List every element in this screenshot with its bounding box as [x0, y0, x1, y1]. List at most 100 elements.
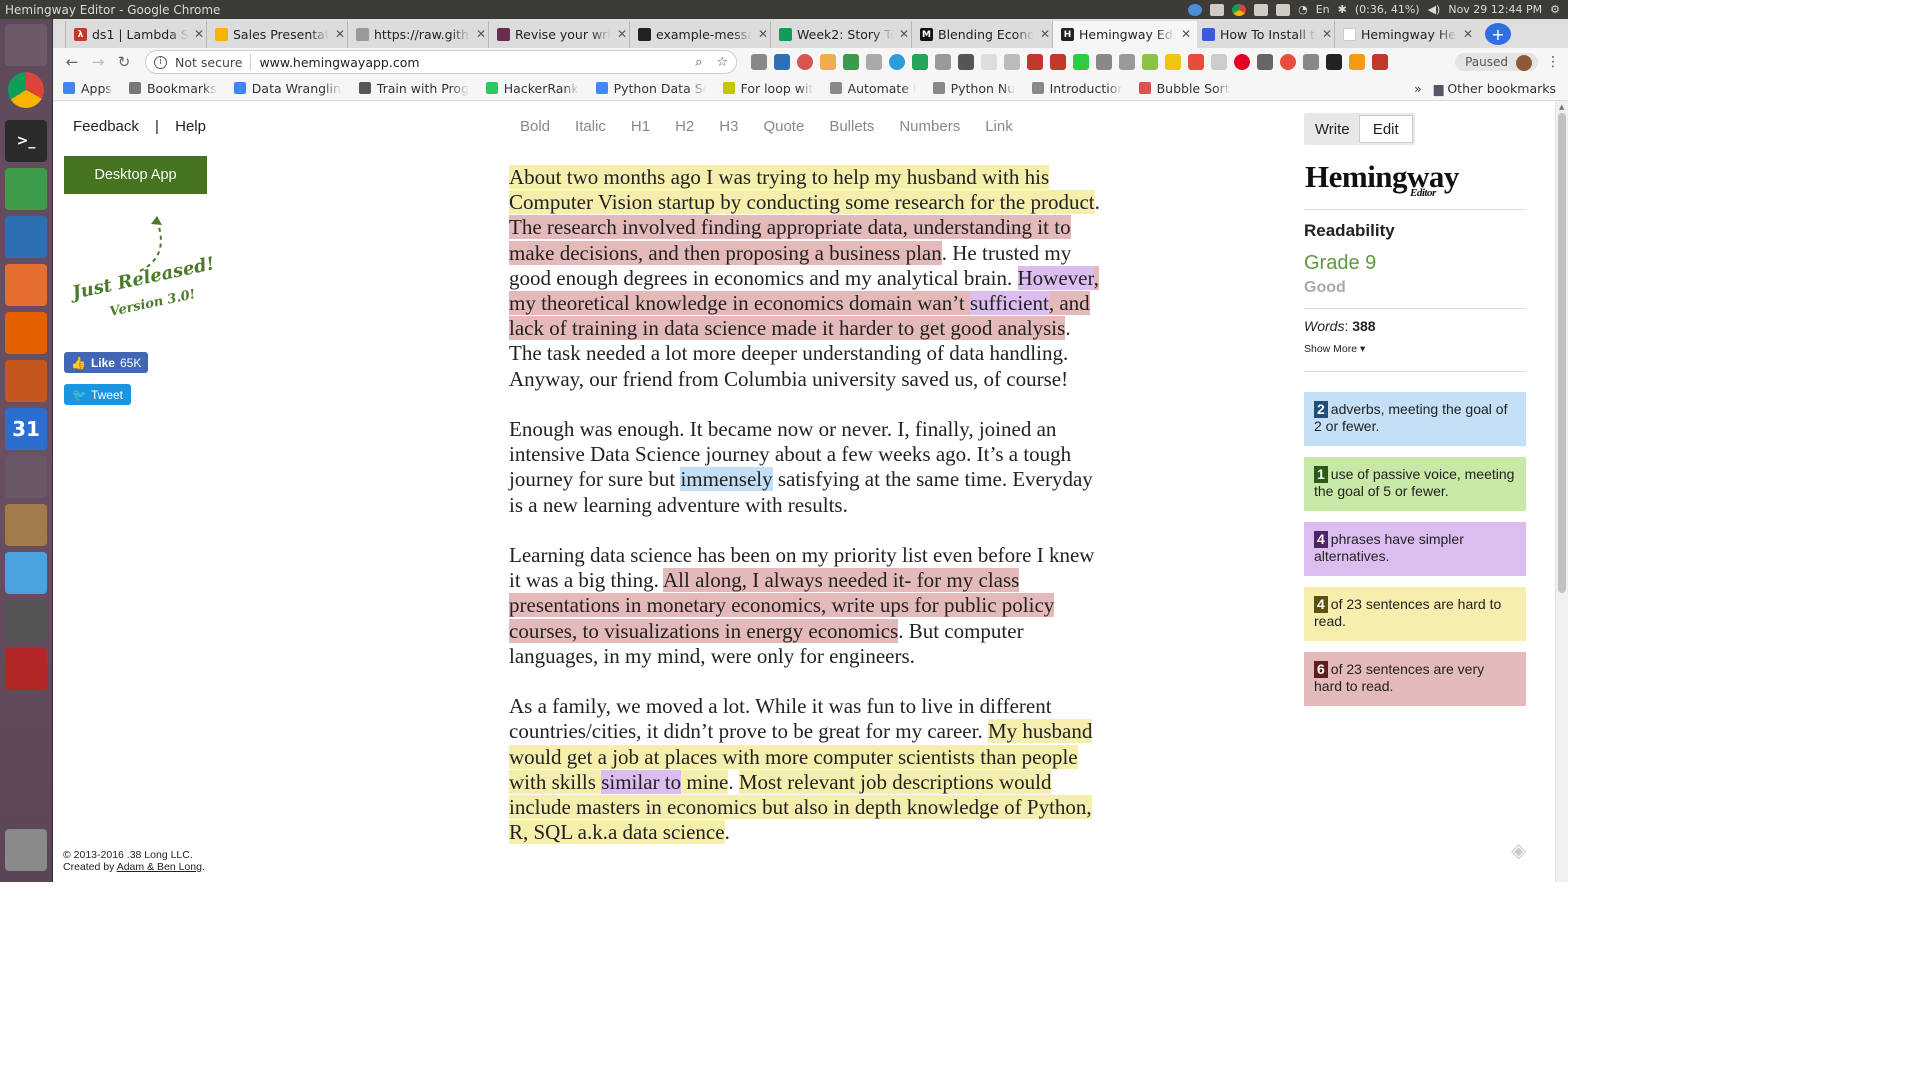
extension-icon[interactable] — [981, 54, 997, 70]
screenshot-icon[interactable] — [5, 648, 47, 690]
site-info-icon[interactable]: i — [154, 55, 167, 69]
extension-icon[interactable] — [1349, 54, 1365, 70]
browser-tab[interactable]: How To Install th ✕ — [1193, 21, 1338, 48]
back-button[interactable]: ← — [59, 53, 85, 71]
spreadsheet-icon[interactable] — [5, 168, 47, 210]
bookmark-item[interactable]: Bubble Sort — [1138, 81, 1230, 96]
bookmark-item[interactable]: Automate the B — [829, 81, 916, 96]
browser-menu-icon[interactable]: ⋮ — [1546, 54, 1560, 70]
extension-icon[interactable] — [1257, 54, 1273, 70]
format-bold-button[interactable]: Bold — [520, 118, 550, 135]
tab-close-icon[interactable]: ✕ — [335, 27, 345, 41]
format-bullets-button[interactable]: Bullets — [829, 118, 874, 135]
extension-icon[interactable] — [935, 54, 951, 70]
editor-paragraph[interactable]: About two months ago I was trying to hel… — [509, 165, 1101, 392]
browser-tab[interactable]: M Blending Econo ✕ — [911, 21, 1056, 48]
bookmark-item[interactable]: Train with Progr — [358, 81, 469, 96]
editor-text-area[interactable]: About two months ago I was trying to hel… — [509, 165, 1101, 871]
format-h3-button[interactable]: H3 — [719, 118, 738, 135]
extension-icon[interactable] — [1119, 54, 1135, 70]
zoom-search-icon[interactable]: ⌕ — [695, 55, 702, 70]
format-numbers-button[interactable]: Numbers — [899, 118, 960, 135]
bookmark-star-icon[interactable]: ☆ — [716, 55, 728, 70]
clock[interactable]: Nov 29 12:44 PM — [1448, 3, 1542, 16]
browser-tab[interactable]: https://raw.gith ✕ — [347, 21, 492, 48]
page-scrollbar[interactable]: ▲ — [1555, 101, 1568, 882]
extension-icon[interactable] — [1027, 54, 1043, 70]
feedback-link[interactable]: Feedback — [73, 118, 139, 135]
extension-icon[interactable] — [958, 54, 974, 70]
extension-icon[interactable] — [1142, 54, 1158, 70]
more-bookmarks-chevron[interactable]: » — [1414, 81, 1422, 96]
reload-button[interactable]: ↻ — [111, 53, 137, 71]
tab-close-icon[interactable]: ✕ — [617, 27, 627, 41]
editor-paragraph[interactable]: Enough was enough. It became now or neve… — [509, 417, 1101, 518]
bookmark-item[interactable]: Python Numpy T — [932, 81, 1015, 96]
other-bookmarks-folder[interactable]: ▆ Other bookmarks — [1434, 81, 1556, 96]
format-italic-button[interactable]: Italic — [575, 118, 606, 135]
extension-icon[interactable] — [1004, 54, 1020, 70]
format-h1-button[interactable]: H1 — [631, 118, 650, 135]
bookmark-item[interactable]: Python Data Scie — [595, 81, 706, 96]
tab-close-icon[interactable]: ✕ — [1322, 27, 1332, 41]
extension-icon[interactable] — [1372, 54, 1388, 70]
zoom-icon[interactable] — [1188, 3, 1203, 16]
writer-icon[interactable] — [5, 216, 47, 258]
bookmark-item[interactable]: HackerRank — [485, 81, 579, 96]
tweet-button[interactable]: 🐦 Tweet — [64, 384, 131, 405]
extension-icon[interactable] — [1280, 54, 1296, 70]
power-icon[interactable]: ⚙ — [1550, 3, 1560, 16]
extension-icon[interactable] — [1050, 54, 1066, 70]
calendar-icon[interactable]: 31 — [5, 408, 47, 450]
bookmark-item[interactable]: Bookmarks — [128, 81, 217, 96]
format-quote-button[interactable]: Quote — [763, 118, 804, 135]
chrome-tray-icon[interactable] — [1232, 3, 1247, 16]
browser-tab[interactable]: Revise your writ ✕ — [488, 21, 633, 48]
forward-button[interactable]: → — [85, 53, 111, 71]
extension-icon[interactable] — [797, 54, 813, 70]
format-link-button[interactable]: Link — [985, 118, 1013, 135]
extension-icon[interactable] — [1326, 54, 1342, 70]
tab-close-icon[interactable]: ✕ — [1040, 27, 1050, 41]
extension-icon[interactable] — [866, 54, 882, 70]
tab-close-icon[interactable]: ✕ — [476, 27, 486, 41]
browser-tab[interactable]: H Hemingway Edit ✕ — [1052, 21, 1197, 48]
system-monitor-icon[interactable] — [1254, 3, 1269, 16]
volume-icon[interactable]: ◀) — [1428, 3, 1441, 16]
archive-icon[interactable] — [5, 504, 47, 546]
bookmark-item[interactable]: Data Wrangling — [233, 81, 342, 96]
bookmark-item[interactable]: For loop with ra — [722, 81, 813, 96]
editor-paragraph[interactable]: As a family, we moved a lot. While it wa… — [509, 694, 1101, 845]
browser-tab[interactable]: example-messag ✕ — [629, 21, 774, 48]
tab-close-icon[interactable]: ✕ — [899, 27, 909, 41]
extension-icon[interactable] — [1303, 54, 1319, 70]
wifi-icon[interactable]: ◔ — [1298, 3, 1308, 16]
extension-icon[interactable] — [1234, 54, 1250, 70]
profile-paused-button[interactable]: Paused — [1455, 53, 1538, 71]
authors-link[interactable]: Adam & Ben Long — [117, 861, 202, 873]
edit-mode-button[interactable]: Edit — [1358, 115, 1413, 143]
url-text[interactable]: www.hemingwayapp.com — [259, 55, 419, 70]
show-more-toggle[interactable]: Show More ▾ — [1304, 343, 1365, 355]
tab-close-icon[interactable]: ✕ — [1181, 27, 1191, 41]
firefox-icon[interactable] — [5, 312, 47, 354]
extension-icon[interactable] — [1188, 54, 1204, 70]
trash-icon[interactable] — [5, 829, 47, 871]
extension-icon[interactable] — [912, 54, 928, 70]
extension-icon[interactable] — [774, 54, 790, 70]
desktop-app-button[interactable]: Desktop App — [64, 156, 207, 194]
new-tab-button[interactable]: + — [1485, 23, 1511, 45]
extension-icon[interactable] — [889, 54, 905, 70]
write-mode-button[interactable]: Write — [1306, 115, 1359, 143]
keyboard-layout[interactable]: En — [1316, 3, 1330, 16]
extension-icon[interactable] — [1211, 54, 1227, 70]
extension-icon[interactable] — [1096, 54, 1112, 70]
tab-close-icon[interactable]: ✕ — [1463, 27, 1473, 41]
address-bar[interactable]: i Not secure www.hemingwayapp.com ⌕ ☆ — [145, 50, 737, 74]
weather-icon[interactable] — [5, 552, 47, 594]
workspace-icon[interactable] — [5, 456, 47, 498]
bookmark-item[interactable]: Introduction to — [1031, 81, 1122, 96]
scrollbar-thumb[interactable] — [1558, 113, 1566, 593]
diamond-arrow-icon[interactable]: ◈ — [1511, 838, 1533, 862]
extension-icon[interactable] — [843, 54, 859, 70]
